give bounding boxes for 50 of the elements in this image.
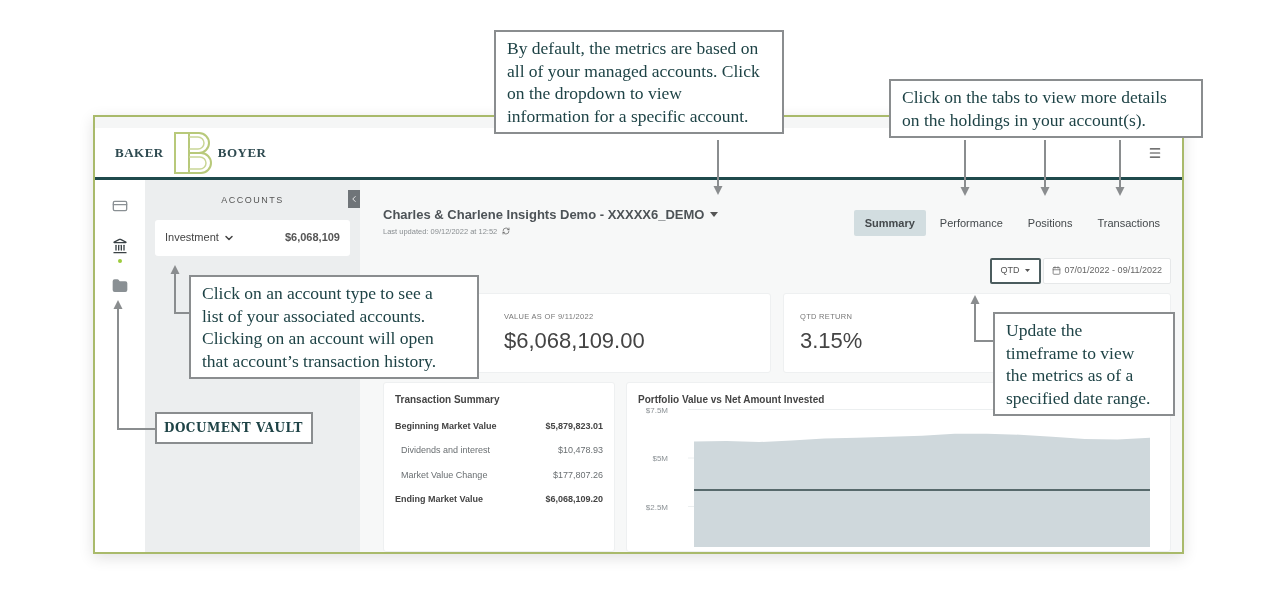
chevron-left-icon	[349, 194, 359, 204]
pointer-arrow	[960, 139, 970, 196]
row-label: Beginning Market Value	[395, 419, 497, 433]
callout: Click on an account type to see a list of your associated accounts. Clicking on an account will open that account’s transaction history.	[189, 275, 479, 379]
card-title: Transaction Summary	[395, 392, 501, 407]
pointer-arrow	[713, 139, 723, 195]
account-card[interactable]: Investment $6,068,109	[155, 219, 350, 256]
tab[interactable]: Transactions	[1086, 210, 1171, 236]
row-label: Dividends and interest	[401, 444, 491, 458]
card-icon[interactable]	[112, 198, 128, 214]
caret-icon	[1024, 269, 1030, 273]
row-value: $5,879,823.01	[545, 419, 603, 433]
row-value: $6,068,109.20	[545, 493, 603, 507]
section-label: DOCUMENT VAULT	[155, 412, 313, 444]
axis-label: $7.5M	[645, 406, 668, 415]
caret-icon[interactable]	[710, 212, 719, 218]
pointer-arrow	[970, 295, 994, 342]
callout: Update the timeframe to view the metrics as of a specified date range.	[993, 312, 1175, 416]
row-value: $177,807.26	[552, 468, 603, 482]
metric-value: $6,068,109.00	[504, 327, 645, 355]
pointer-arrow	[1040, 139, 1050, 196]
metric-value: 3.15%	[800, 327, 863, 355]
pointer-arrow	[1115, 139, 1125, 196]
callout: By default, the metrics are based on all of your managed accounts. Click on the dropdown to view information for a specific account.	[494, 30, 784, 134]
logo-text: BOYER	[217, 143, 267, 162]
date-range-field[interactable]: 07/01/2022 - 09/11/2022	[1042, 257, 1171, 284]
account-type: Investment	[165, 230, 219, 246]
period-dropdown[interactable]: QTD	[989, 257, 1041, 284]
chart-title: Portfolio Value vs Net Amount Invested	[638, 392, 825, 407]
date-range: 07/01/2022 - 09/11/2022	[1064, 264, 1162, 277]
logo-text: BAKER	[115, 143, 164, 162]
account-title[interactable]: Charles & Charlene Insights Demo - XXXXX6_DEMO	[383, 205, 705, 225]
tab[interactable]: Positions	[1016, 210, 1084, 236]
row-label: Market Value Change	[401, 468, 488, 482]
row-value: $10,478.93	[557, 444, 603, 458]
row-label: Ending Market Value	[395, 493, 484, 507]
account-value: $6,068,109	[284, 230, 340, 246]
tab[interactable]: Performance	[928, 210, 1014, 236]
pointer-arrow	[170, 265, 190, 314]
menu-icon[interactable]	[1148, 145, 1162, 160]
axis-label: $2.5M	[645, 502, 668, 512]
collapse-button[interactable]	[348, 190, 360, 208]
tab[interactable]: Summary	[853, 210, 926, 236]
calendar-icon	[1051, 266, 1061, 276]
callout: Click on the tabs to view more details on the holdings in your account(s).	[889, 79, 1203, 138]
refresh-icon[interactable]	[502, 227, 511, 236]
panel-title: ACCOUNTS	[220, 194, 285, 207]
axis-label: $5M	[652, 453, 668, 463]
folder-icon[interactable]	[112, 278, 128, 294]
bank-icon[interactable]	[112, 238, 128, 254]
